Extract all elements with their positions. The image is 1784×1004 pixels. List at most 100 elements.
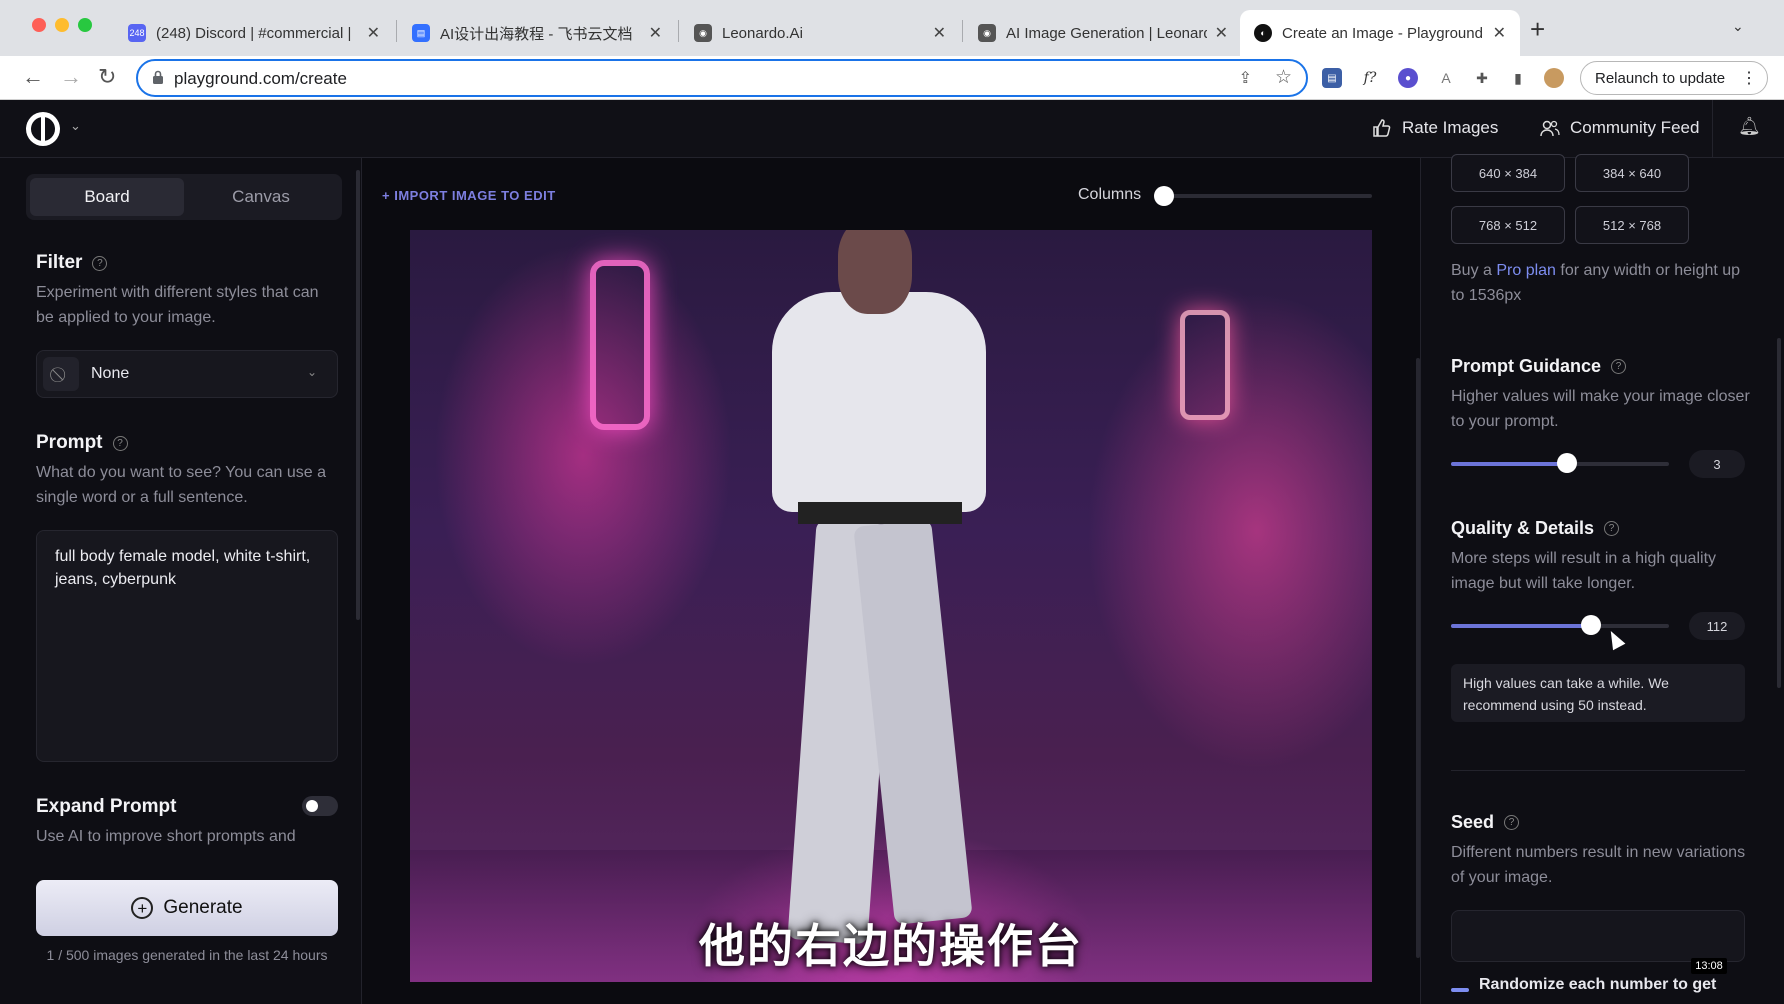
browser-tab-feishu[interactable]: ▤ AI设计出海教程 - 飞书云文档 ✕ xyxy=(398,10,676,56)
expand-prompt-heading: Expand Prompt xyxy=(36,796,176,818)
columns-label: Columns xyxy=(1078,186,1142,203)
share-icon[interactable]: ⇪ xyxy=(1239,68,1252,88)
figure-head xyxy=(838,230,912,314)
help-icon[interactable]: ? xyxy=(1611,359,1627,374)
dimension-option[interactable]: 640 × 384 xyxy=(1451,154,1565,192)
close-tab-icon[interactable]: ✕ xyxy=(367,23,380,43)
browser-tab-strip: 248 (248) Discord | #commercial | ✕ ▤ AI… xyxy=(0,0,1784,56)
left-panel: Board Canvas Filter ? Experiment with di… xyxy=(0,158,362,1004)
header-divider xyxy=(1712,100,1713,158)
dimension-option[interactable]: 512 × 768 xyxy=(1575,206,1689,244)
prompt-guidance-value[interactable]: 3 xyxy=(1689,450,1745,478)
dimension-option[interactable]: 384 × 640 xyxy=(1575,154,1689,192)
prompt-heading: Prompt ? xyxy=(36,432,128,454)
tab-title: Leonardo.Ai xyxy=(722,24,803,42)
app-header: ⌄ Rate Images Community Feed 🔔︎ xyxy=(0,100,1784,158)
quality-value[interactable]: 112 xyxy=(1689,612,1745,640)
close-window-button[interactable] xyxy=(32,18,46,32)
new-tab-icon[interactable]: + xyxy=(1530,14,1545,45)
prompt-guidance-heading: Prompt Guidance ? xyxy=(1451,356,1627,377)
address-bar[interactable]: playground.com/create ⇪ ☆ xyxy=(136,59,1308,97)
close-tab-icon[interactable]: ✕ xyxy=(1215,23,1228,43)
prompt-guidance-description: Higher values will make your image close… xyxy=(1451,388,1750,430)
flag-extension-icon[interactable]: ▤ xyxy=(1322,68,1342,88)
expand-prompt-toggle[interactable] xyxy=(302,796,338,816)
puzzle-extensions-icon[interactable]: ✚ xyxy=(1472,68,1492,88)
close-tab-icon[interactable]: ✕ xyxy=(649,23,662,43)
quality-slider-handle[interactable] xyxy=(1580,615,1601,635)
chevron-down-icon: ⌄ xyxy=(306,365,317,379)
right-scrollbar[interactable] xyxy=(1777,338,1781,688)
chevron-down-icon[interactable]: ⌄ xyxy=(70,118,81,134)
browser-tab-leonardo-generation[interactable]: ◉ AI Image Generation | Leonardo ✕ xyxy=(964,10,1242,56)
tab-board[interactable]: Board xyxy=(30,178,184,216)
figure-belt xyxy=(798,502,962,524)
help-icon[interactable]: ? xyxy=(112,435,128,451)
community-feed-label: Community Feed xyxy=(1570,118,1700,137)
minimize-window-button[interactable] xyxy=(55,18,69,32)
help-icon[interactable]: ? xyxy=(92,255,108,271)
filter-title: Filter xyxy=(36,252,83,273)
notification-bell-icon[interactable]: 🔔︎ xyxy=(1738,116,1761,137)
prompt-description: What do you want to see? You can use a s… xyxy=(36,464,326,506)
generate-button[interactable]: + Generate xyxy=(36,880,338,936)
left-scrollbar[interactable] xyxy=(356,170,360,620)
generated-image[interactable]: 他的右边的操作台 xyxy=(410,230,1372,982)
bookmark-star-icon[interactable]: ☆ xyxy=(1275,66,1292,89)
rate-images-link[interactable]: Rate Images xyxy=(1372,118,1498,138)
leonardo-icon: ◉ xyxy=(978,24,996,42)
filter-select[interactable]: ⃠ None ⌄ xyxy=(36,350,338,398)
help-icon[interactable]: ? xyxy=(1504,815,1520,830)
seed-description: Different numbers result in new variatio… xyxy=(1451,844,1746,886)
discord-icon: 248 xyxy=(128,24,146,42)
tab-search-chevron-icon[interactable]: ⌄ xyxy=(1732,18,1744,35)
seed-input[interactable] xyxy=(1451,910,1745,962)
quality-title: Quality & Details xyxy=(1451,518,1595,538)
forward-arrow-icon[interactable]: → xyxy=(60,64,82,90)
browser-tab-discord[interactable]: 248 (248) Discord | #commercial | ✕ xyxy=(114,10,394,56)
tab-canvas[interactable]: Canvas xyxy=(184,178,338,216)
more-menu-icon[interactable]: ⋮ xyxy=(1741,68,1757,88)
doc-icon: ▤ xyxy=(412,24,430,42)
back-arrow-icon[interactable]: ← xyxy=(22,64,44,90)
close-tab-icon[interactable]: ✕ xyxy=(933,23,946,43)
generation-count-note: 1 / 500 images generated in the last 24 … xyxy=(46,947,328,963)
quality-heading: Quality & Details ? xyxy=(1451,518,1620,539)
relaunch-button[interactable]: Relaunch to update ⋮ xyxy=(1580,61,1768,95)
reload-icon[interactable]: ↻ xyxy=(98,64,116,90)
randomize-checkbox[interactable] xyxy=(1451,988,1469,992)
expand-prompt-title: Expand Prompt xyxy=(36,796,177,817)
maximize-window-button[interactable] xyxy=(78,18,92,32)
prompt-guidance-slider-handle[interactable] xyxy=(1556,453,1577,473)
prompt-textarea[interactable]: full body female model, white t-shirt, j… xyxy=(36,530,338,762)
pro-plan-link[interactable]: Pro plan xyxy=(1496,262,1556,279)
formula-extension-icon[interactable]: f? xyxy=(1360,68,1380,88)
playground-icon: ◐ xyxy=(1254,24,1272,42)
neon-sign-right xyxy=(1180,310,1230,420)
quality-slider[interactable] xyxy=(1451,615,1669,635)
prompt-guidance-slider-fill xyxy=(1451,462,1567,466)
video-timestamp: 13:08 xyxy=(1691,958,1727,974)
text-extension-icon[interactable]: A xyxy=(1436,68,1456,88)
playground-logo-icon[interactable] xyxy=(26,112,60,146)
close-tab-icon[interactable]: ✕ xyxy=(1493,23,1506,43)
browser-tab-leonardo[interactable]: ◉ Leonardo.Ai ✕ xyxy=(680,10,960,56)
prompt-title: Prompt xyxy=(36,432,103,453)
columns-slider-track[interactable] xyxy=(1162,194,1372,198)
avatar[interactable] xyxy=(1544,68,1564,88)
columns-slider-handle[interactable] xyxy=(1154,186,1174,206)
browser-toolbar: ← → ↻ playground.com/create ⇪ ☆ ▤ f? ● A… xyxy=(0,56,1784,100)
browser-tab-playground[interactable]: ◐ Create an Image - Playground ✕ xyxy=(1240,10,1520,56)
thumbs-up-icon xyxy=(1373,119,1391,137)
filter-description: Experiment with different styles that ca… xyxy=(36,284,319,326)
help-icon[interactable]: ? xyxy=(1604,521,1620,536)
shield-extension-icon[interactable]: ● xyxy=(1398,68,1418,88)
quality-slider-fill xyxy=(1451,624,1591,628)
community-feed-link[interactable]: Community Feed xyxy=(1540,118,1699,138)
sidebar-icon[interactable]: ▮ xyxy=(1508,68,1528,88)
dimension-option[interactable]: 768 × 512 xyxy=(1451,206,1565,244)
prompt-guidance-slider[interactable] xyxy=(1451,453,1669,473)
prompt-guidance-title: Prompt Guidance xyxy=(1451,356,1602,376)
import-image-link[interactable]: + IMPORT IMAGE TO EDIT xyxy=(382,188,556,203)
tab-title: Create an Image - Playground xyxy=(1282,24,1483,42)
